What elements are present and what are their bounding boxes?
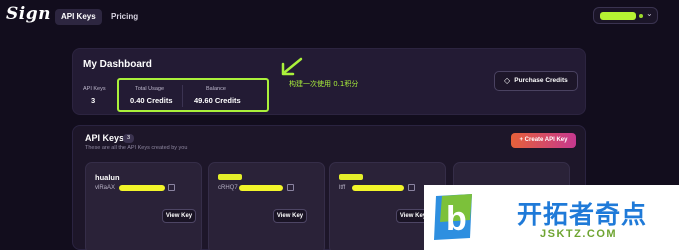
user-menu[interactable]: ⌄: [593, 7, 658, 24]
tab-api-keys[interactable]: API Keys: [55, 9, 102, 25]
dashboard-card: My Dashboard API Keys 3 Total Usage 0.40…: [72, 48, 586, 115]
view-key-button[interactable]: View Key: [273, 209, 307, 223]
api-key-value: cRHQ7: [218, 185, 238, 191]
stat-value-total-usage: 0.40 Credits: [130, 96, 173, 105]
api-keys-count-badge: 3: [123, 134, 134, 143]
svg-text:b: b: [446, 200, 467, 238]
watermark: b 开拓者奇点 JSKTZ.COM: [424, 185, 679, 250]
api-keys-subtitle: These are all the API Keys created by yo…: [85, 145, 188, 151]
copy-icon[interactable]: [408, 184, 415, 191]
purchase-credits-label: Purchase Credits: [514, 77, 568, 84]
api-key-redaction: [239, 185, 283, 191]
api-key-name: hualun: [95, 173, 120, 182]
watermark-title: 开拓者奇点: [517, 200, 648, 229]
chevron-down-icon: ⌄: [646, 9, 653, 18]
copy-icon[interactable]: [168, 184, 175, 191]
view-key-button[interactable]: View Key: [162, 209, 196, 223]
api-key-card: cRHQ7 View Key: [208, 162, 325, 250]
api-key-name-redaction: [339, 174, 363, 180]
api-key-value: vlRaAX: [95, 185, 116, 191]
api-key-name-redaction: [218, 174, 242, 180]
api-keys-title: API Keys: [85, 133, 125, 143]
copy-icon[interactable]: [287, 184, 294, 191]
gem-icon: ◇: [504, 76, 511, 85]
app-logo[interactable]: Sign: [6, 4, 51, 24]
highlight-box: [117, 78, 269, 112]
api-key-value: ltff: [339, 185, 346, 191]
dashboard-title: My Dashboard: [83, 59, 152, 70]
tab-pricing[interactable]: Pricing: [105, 9, 144, 25]
watermark-url: JSKTZ.COM: [540, 228, 618, 240]
status-dot: [639, 14, 643, 18]
stat-value-api-keys: 3: [91, 96, 96, 105]
api-key-card: hualun vlRaAX View Key: [85, 162, 202, 250]
purchase-credits-button[interactable]: ◇ Purchase Credits: [494, 71, 578, 91]
watermark-logo: b: [434, 194, 472, 240]
top-nav: Sign API Keys Pricing ⌄: [0, 0, 679, 32]
stat-value-balance: 49.60 Credits: [194, 96, 241, 105]
arrow-icon: [281, 57, 303, 76]
stat-label-api-keys: API Keys: [83, 86, 106, 92]
stat-label-balance: Balance: [206, 86, 226, 92]
create-api-key-button[interactable]: + Create API Key: [511, 133, 576, 148]
api-key-redaction: [119, 185, 165, 191]
api-key-redaction: [352, 185, 404, 191]
annotation-text: 构建一次使用 0.1积分: [289, 80, 359, 88]
stat-label-total-usage: Total Usage: [135, 86, 165, 92]
user-name-redacted: [600, 12, 636, 20]
stat-divider: [182, 85, 183, 107]
